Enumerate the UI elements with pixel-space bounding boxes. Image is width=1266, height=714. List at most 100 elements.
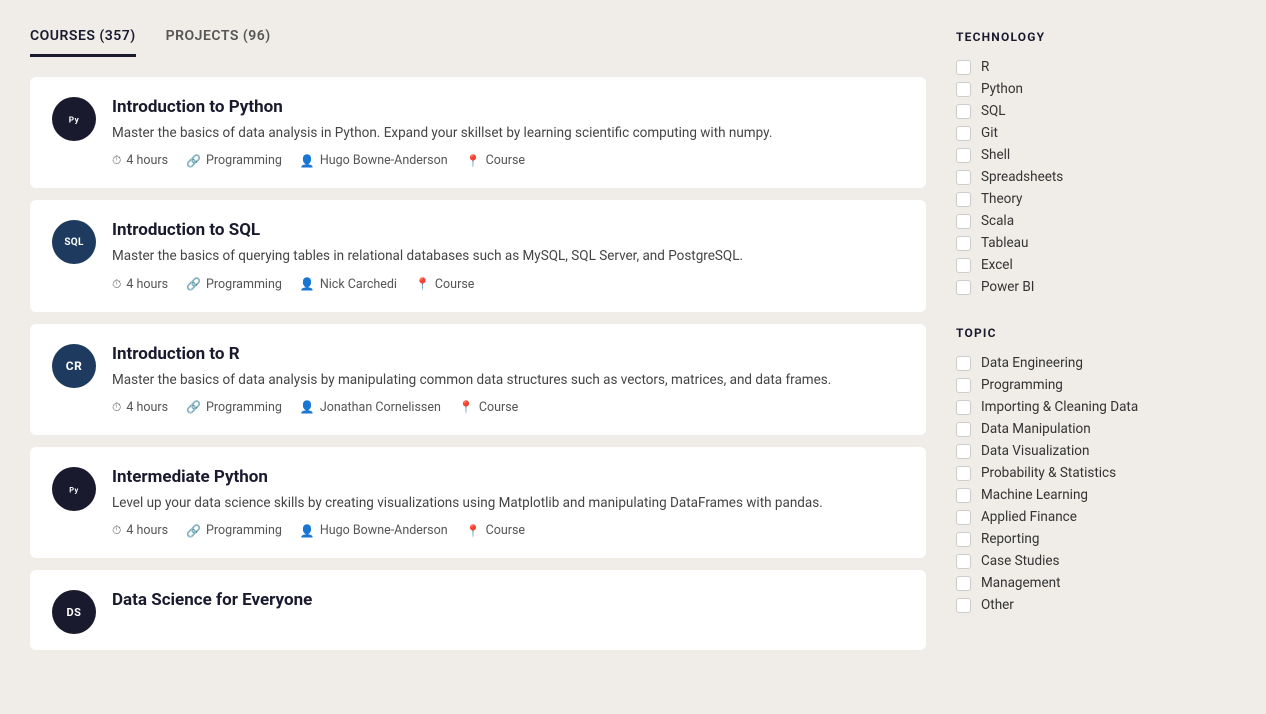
technology-filter-item[interactable]: Tableau xyxy=(956,232,1236,254)
meta-instructor: 👤 Hugo Bowne-Anderson xyxy=(300,153,448,168)
meta-hours: ⏱ 4 hours xyxy=(112,400,168,415)
course-type-icon: 📍 xyxy=(459,400,474,414)
filter-checkbox[interactable] xyxy=(956,598,971,613)
filter-checkbox[interactable] xyxy=(956,532,971,547)
filter-checkbox[interactable] xyxy=(956,60,971,75)
filter-label: Importing & Cleaning Data xyxy=(981,399,1138,415)
course-title: Introduction to SQL xyxy=(112,220,904,240)
technology-filter-section: TECHNOLOGY R Python SQL Git Shell Spread… xyxy=(956,30,1236,298)
course-body-data-science-everyone: Data Science for Everyone xyxy=(112,590,904,616)
topic-filter-item[interactable]: Other xyxy=(956,594,1236,616)
topic-filter-list: Data Engineering Programming Importing &… xyxy=(956,352,1236,616)
technology-filter-title: TECHNOLOGY xyxy=(956,30,1236,44)
technology-filter-item[interactable]: Spreadsheets xyxy=(956,166,1236,188)
filter-checkbox[interactable] xyxy=(956,148,971,163)
course-body-intro-r: Introduction to R Master the basics of d… xyxy=(112,344,904,415)
technology-filter-item[interactable]: Excel xyxy=(956,254,1236,276)
filter-checkbox[interactable] xyxy=(956,104,971,119)
technology-filter-item[interactable]: Scala xyxy=(956,210,1236,232)
course-card-intro-python[interactable]: Py Introduction to Python Master the bas… xyxy=(30,77,926,188)
topic-filter-item[interactable]: Programming xyxy=(956,374,1236,396)
technology-filter-item[interactable]: Theory xyxy=(956,188,1236,210)
filter-checkbox[interactable] xyxy=(956,236,971,251)
meta-hours: ⏱ 4 hours xyxy=(112,277,168,292)
topic-filter-item[interactable]: Reporting xyxy=(956,528,1236,550)
topic-filter-title: TOPIC xyxy=(956,326,1236,340)
topic-filter-item[interactable]: Case Studies xyxy=(956,550,1236,572)
svg-text:Py: Py xyxy=(69,116,80,126)
filter-checkbox[interactable] xyxy=(956,422,971,437)
filter-checkbox[interactable] xyxy=(956,192,971,207)
topic-filter-item[interactable]: Probability & Statistics xyxy=(956,462,1236,484)
filter-label: Data Engineering xyxy=(981,355,1083,371)
filter-checkbox[interactable] xyxy=(956,214,971,229)
filter-checkbox[interactable] xyxy=(956,488,971,503)
technology-filter-item[interactable]: Python xyxy=(956,78,1236,100)
tab-courses[interactable]: COURSES (357) xyxy=(30,20,136,57)
meta-type: 📍 Course xyxy=(459,400,518,415)
clock-icon: ⏱ xyxy=(112,400,121,415)
meta-type: 📍 Course xyxy=(466,153,525,168)
filter-checkbox[interactable] xyxy=(956,82,971,97)
course-type-icon: 📍 xyxy=(466,524,481,538)
filter-checkbox[interactable] xyxy=(956,466,971,481)
filter-label: Machine Learning xyxy=(981,487,1088,503)
technology-filter-item[interactable]: SQL xyxy=(956,100,1236,122)
meta-topic: 🔗 Programming xyxy=(186,153,282,168)
course-icon-data-science-everyone: DS xyxy=(52,590,96,634)
course-meta: ⏱ 4 hours 🔗 Programming 👤 Hugo Bowne-And… xyxy=(112,153,904,168)
course-icon-intro-r: CR xyxy=(52,344,96,388)
person-icon: 👤 xyxy=(300,277,315,291)
clock-icon: ⏱ xyxy=(112,153,121,168)
course-description: Master the basics of querying tables in … xyxy=(112,246,904,266)
topic-filter-item[interactable]: Applied Finance xyxy=(956,506,1236,528)
filter-label: Git xyxy=(981,125,998,141)
filter-checkbox[interactable] xyxy=(956,444,971,459)
topic-filter-item[interactable]: Machine Learning xyxy=(956,484,1236,506)
clock-icon: ⏱ xyxy=(112,523,121,538)
filter-checkbox[interactable] xyxy=(956,126,971,141)
filter-label: Applied Finance xyxy=(981,509,1077,525)
technology-filter-item[interactable]: Shell xyxy=(956,144,1236,166)
course-icon-intro-sql: SQL xyxy=(52,220,96,264)
filter-label: Spreadsheets xyxy=(981,169,1063,185)
technology-filter-item[interactable]: Power BI xyxy=(956,276,1236,298)
technology-filter-item[interactable]: R xyxy=(956,56,1236,78)
topic-filter-item[interactable]: Management xyxy=(956,572,1236,594)
filter-checkbox[interactable] xyxy=(956,170,971,185)
person-icon: 👤 xyxy=(300,154,315,168)
course-card-intro-sql[interactable]: SQL Introduction to SQL Master the basic… xyxy=(30,200,926,311)
filter-label: R xyxy=(981,59,989,75)
course-card-intro-r[interactable]: CR Introduction to R Master the basics o… xyxy=(30,324,926,435)
meta-topic: 🔗 Programming xyxy=(186,523,282,538)
filter-checkbox[interactable] xyxy=(956,510,971,525)
course-card-intermediate-python[interactable]: Py Intermediate Python Level up your dat… xyxy=(30,447,926,558)
filter-checkbox[interactable] xyxy=(956,378,971,393)
meta-instructor: 👤 Nick Carchedi xyxy=(300,277,397,292)
topic-filter-item[interactable]: Importing & Cleaning Data xyxy=(956,396,1236,418)
filter-checkbox[interactable] xyxy=(956,576,971,591)
filter-label: Tableau xyxy=(981,235,1028,251)
filter-checkbox[interactable] xyxy=(956,258,971,273)
tag-icon: 🔗 xyxy=(186,400,201,414)
course-meta: ⏱ 4 hours 🔗 Programming 👤 Jonathan Corne… xyxy=(112,400,904,415)
filter-label: Data Manipulation xyxy=(981,421,1091,437)
topic-filter-item[interactable]: Data Engineering xyxy=(956,352,1236,374)
tab-projects[interactable]: PROJECTS (96) xyxy=(166,20,271,57)
meta-topic: 🔗 Programming xyxy=(186,400,282,415)
filter-checkbox[interactable] xyxy=(956,554,971,569)
filter-checkbox[interactable] xyxy=(956,356,971,371)
meta-type: 📍 Course xyxy=(415,277,474,292)
course-description: Master the basics of data analysis in Py… xyxy=(112,123,904,143)
filter-checkbox[interactable] xyxy=(956,400,971,415)
course-type-icon: 📍 xyxy=(466,154,481,168)
course-card-data-science-everyone[interactable]: DS Data Science for Everyone xyxy=(30,570,926,650)
main-content: COURSES (357) PROJECTS (96) Py Introduct… xyxy=(30,20,926,662)
filter-checkbox[interactable] xyxy=(956,280,971,295)
filter-label: Python xyxy=(981,81,1023,97)
topic-filter-item[interactable]: Data Manipulation xyxy=(956,418,1236,440)
technology-filter-item[interactable]: Git xyxy=(956,122,1236,144)
course-title: Introduction to Python xyxy=(112,97,904,117)
topic-filter-item[interactable]: Data Visualization xyxy=(956,440,1236,462)
course-meta: ⏱ 4 hours 🔗 Programming 👤 Hugo Bowne-And… xyxy=(112,523,904,538)
